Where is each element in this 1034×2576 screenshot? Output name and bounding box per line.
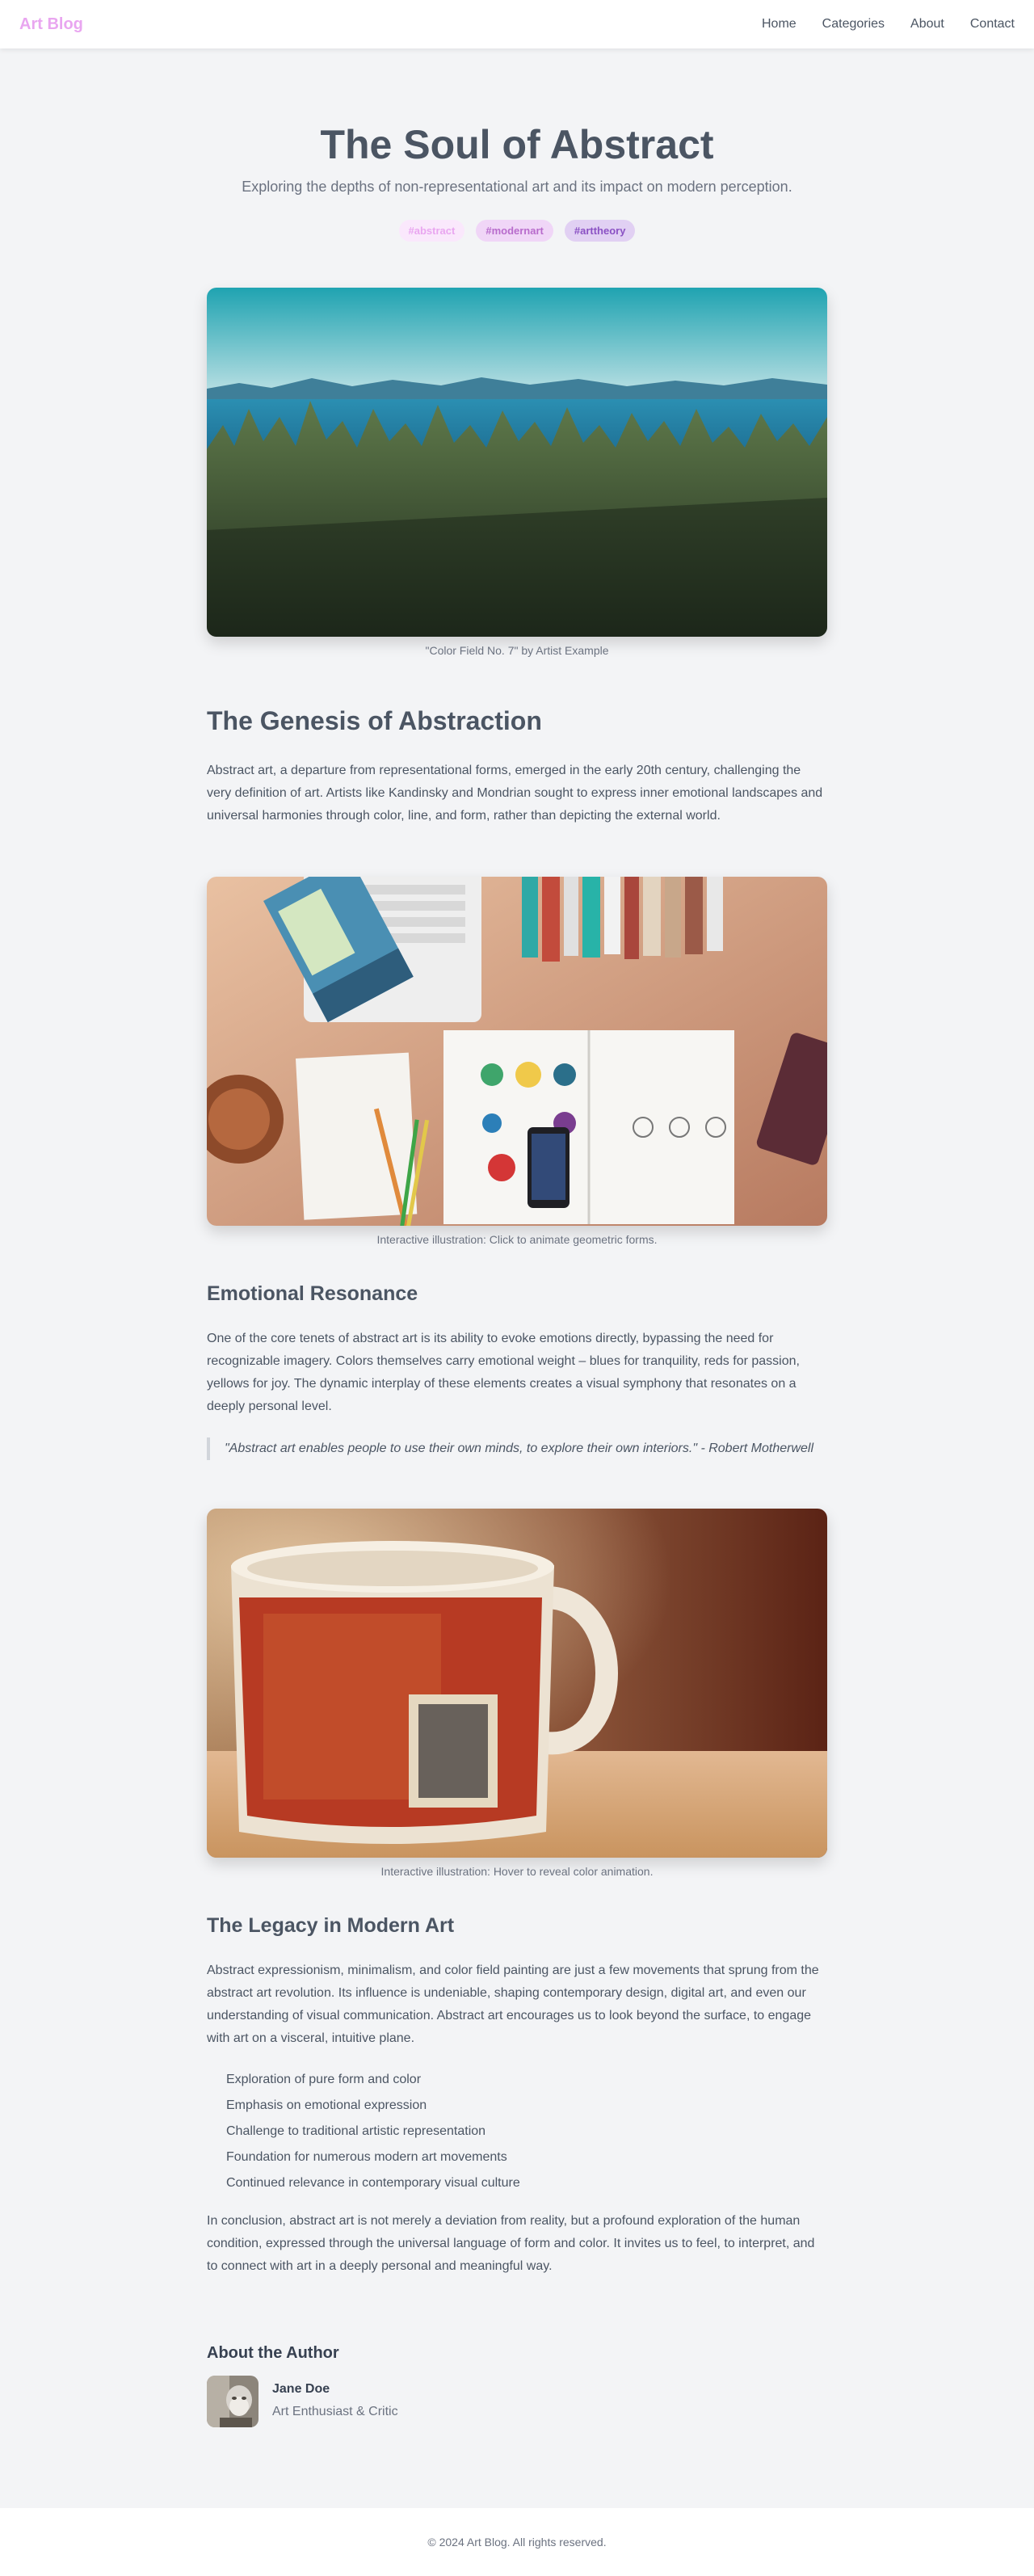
list-item: Emphasis on emotional expression [226,2098,427,2112]
conclusion-paragraph: In conclusion, abstract art is not merel… [207,2214,815,2273]
emotional-paragraph: One of the core tenets of abstract art i… [207,1332,800,1413]
genesis-paragraph: Abstract art, a departure from represent… [207,764,823,823]
tag-list: #abstract #modernart #arttheory [0,220,1034,242]
nav-categories[interactable]: Categories [822,17,885,32]
list-item: Foundation for numerous modern art movem… [226,2150,507,2164]
article-subtitle: Exploring the depths of non-representati… [242,179,792,195]
motherwell-quote: "Abstract art enables people to use thei… [207,1437,827,1460]
nav-about[interactable]: About [910,17,944,32]
author-heading: About the Author [207,2344,339,2362]
hero-image [207,288,827,637]
list-item: Continued relevance in contemporary visu… [226,2176,520,2190]
list-item: Challenge to traditional artistic repres… [226,2124,486,2138]
desk-illustration[interactable] [207,877,827,1226]
author-avatar-image [207,2376,258,2427]
author-role: Art Enthusiast & Critic [272,2405,398,2418]
section-heading-legacy: The Legacy in Modern Art [207,1914,455,1937]
site-footer: © 2024 Art Blog. All rights reserved. [0,2508,1034,2576]
main-nav: Home Categories About Contact [762,17,1015,32]
mug-illustration[interactable] [207,1509,827,1858]
list-item: Exploration of pure form and color [226,2073,422,2086]
nav-contact[interactable]: Contact [970,17,1015,32]
section-heading-emotional: Emotional Resonance [207,1282,418,1305]
hero-caption: "Color Field No. 7" by Artist Example [425,644,609,657]
nav-home[interactable]: Home [762,17,797,32]
desk-caption: Interactive illustration: Click to anima… [376,1233,658,1246]
section-heading-genesis: The Genesis of Abstraction [207,706,542,735]
desk-image [207,877,827,1226]
avatar [207,2376,258,2427]
author-name: Jane Doe [272,2382,330,2396]
legacy-paragraph: Abstract expressionism, minimalism, and … [207,1964,819,2045]
legacy-list: Exploration of pure form and color Empha… [226,2067,824,2196]
site-header: Art Blog Home Categories About Contact [0,0,1034,48]
tag-abstract[interactable]: #abstract [398,220,465,242]
landscape-illustration [207,288,827,637]
article-title: The Soul of Abstract [320,122,714,167]
mug-image [207,1509,827,1858]
tag-modernart[interactable]: #modernart [476,220,553,242]
tag-arttheory[interactable]: #arttheory [564,220,636,242]
logo-link[interactable]: Art Blog [19,15,83,34]
copyright-text: © 2024 Art Blog. All rights reserved. [427,2536,607,2549]
mug-caption: Interactive illustration: Hover to revea… [380,1865,654,1878]
